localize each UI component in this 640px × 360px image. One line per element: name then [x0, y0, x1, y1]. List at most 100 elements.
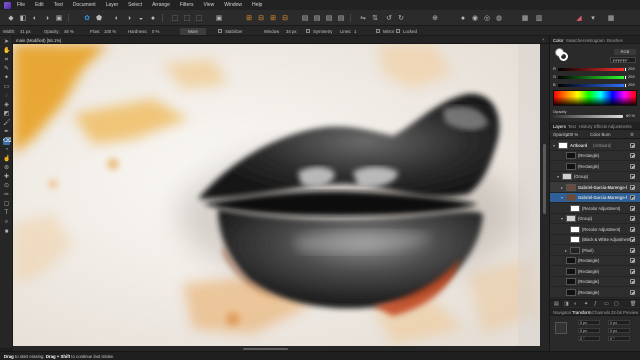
tab-swatches[interactable]: Swatches: [566, 38, 585, 43]
menu-view[interactable]: View: [204, 2, 215, 8]
add-pixel-layer-icon[interactable]: ▢: [614, 301, 619, 307]
tab-layers[interactable]: Layers: [553, 124, 566, 129]
layer-visibility-checkbox[interactable]: [630, 289, 635, 295]
layer-opacity-value[interactable]: 100 %: [566, 132, 578, 137]
rotate-left-icon[interactable]: ↺: [384, 13, 394, 23]
layer-visibility-checkbox[interactable]: [630, 268, 635, 274]
color-spectrum[interactable]: [553, 90, 637, 106]
red-knob[interactable]: [624, 67, 627, 72]
text-tool-icon[interactable]: T: [3, 210, 10, 217]
assistant-options-icon[interactable]: ▥: [534, 13, 544, 23]
layer-row[interactable]: (Rectangle): [550, 255, 640, 266]
transform-rotation-input[interactable]: 0 °: [578, 336, 600, 341]
menu-select[interactable]: Select: [128, 2, 142, 8]
red-track[interactable]: [558, 68, 625, 71]
tab-32bit-preview[interactable]: 32-bit Preview: [611, 310, 638, 315]
flow-value[interactable]: 100 %: [104, 29, 116, 34]
menu-document[interactable]: Document: [73, 2, 96, 8]
zoom-tool-icon[interactable]: ⌕: [3, 219, 10, 226]
inpainting-brush-icon[interactable]: ✚: [3, 174, 10, 181]
boolean-xor-icon[interactable]: ◍: [494, 13, 504, 23]
layer-settings-icon[interactable]: ⚙: [630, 132, 634, 138]
blue-value[interactable]: 255: [628, 82, 635, 87]
persona-export-icon[interactable]: ▣: [54, 13, 64, 23]
persona-develop-icon[interactable]: ◐: [30, 13, 40, 23]
layer-visibility-checkbox[interactable]: [630, 279, 635, 284]
layer-visibility-checkbox[interactable]: [630, 237, 635, 242]
stabilizer-checkbox[interactable]: [218, 29, 222, 33]
auto-white-balance-icon[interactable]: ●: [148, 13, 158, 23]
layer-row[interactable]: (Recolor Adjustment): [550, 224, 640, 235]
boolean-intersect-icon[interactable]: ◎: [482, 13, 492, 23]
menu-layer[interactable]: Layer: [106, 2, 119, 8]
color-picker-icon[interactable]: ✒: [3, 129, 10, 136]
transform-y-input[interactable]: 0 px: [608, 320, 630, 325]
layer-visibility-checkbox[interactable]: [630, 205, 635, 211]
document-tab[interactable]: main (Modified) [56.1%] ×: [13, 36, 549, 44]
layer-row[interactable]: (Rectangle): [550, 150, 640, 161]
view-tool-icon[interactable]: ✋: [3, 48, 10, 55]
mask-layer-icon[interactable]: ◨: [564, 301, 569, 307]
arrange-back-icon[interactable]: ▤: [300, 13, 310, 23]
green-track[interactable]: [558, 76, 625, 79]
flip-horizontal-icon[interactable]: ⇋: [358, 13, 368, 23]
smudge-brush-icon[interactable]: ☝: [3, 156, 10, 163]
canvas[interactable]: [13, 44, 540, 346]
persona-liquify-icon[interactable]: ◧: [18, 13, 28, 23]
move-tool-icon[interactable]: ➤: [3, 39, 10, 46]
adjustment-icon[interactable]: ◐: [574, 301, 577, 307]
pen-tool-icon[interactable]: ✑: [3, 192, 10, 199]
locked-checkbox[interactable]: [396, 29, 400, 33]
menu-help[interactable]: Help: [252, 2, 262, 8]
color-mode-select[interactable]: RGB: [614, 49, 636, 55]
pentagon-icon[interactable]: ⬟: [94, 13, 104, 23]
selection-all-icon[interactable]: ⬚: [170, 13, 180, 23]
marquee-tool-icon[interactable]: ▭: [3, 84, 10, 91]
flip-vertical-icon[interactable]: ⇅: [370, 13, 380, 23]
transform-x-input[interactable]: 0 px: [578, 320, 600, 325]
view-options-icon[interactable]: ▾: [588, 13, 598, 23]
window-value[interactable]: 34 px: [286, 29, 297, 34]
layer-visibility-checkbox[interactable]: [630, 195, 635, 200]
persona-photo-icon[interactable]: ◆: [6, 13, 16, 23]
layer-row[interactable]: (Black & White Adjustment): [550, 234, 640, 245]
red-slider[interactable]: R 255: [553, 66, 638, 72]
layer-visibility-checkbox[interactable]: [630, 142, 635, 148]
symmetry-checkbox[interactable]: [306, 29, 310, 33]
gradient-tool-icon[interactable]: ◩: [3, 111, 10, 118]
green-value[interactable]: 255: [628, 74, 635, 79]
layer-visibility-checkbox[interactable]: [630, 184, 635, 190]
layer-row[interactable]: ▾ Artboard (Artboard): [550, 140, 640, 151]
tab-adjustments[interactable]: Adjustments: [608, 124, 632, 129]
snapping-icon[interactable]: ⊕: [430, 13, 440, 23]
app-logo-icon[interactable]: [4, 1, 11, 9]
selection-deselect-icon[interactable]: ⬚: [182, 13, 192, 23]
persona-tonemap-icon[interactable]: ◑: [42, 13, 52, 23]
layer-row[interactable]: (Recolor Adjustment): [550, 203, 640, 214]
menu-window[interactable]: Window: [224, 2, 242, 8]
shape-tool-icon[interactable]: ▢: [3, 201, 10, 208]
blue-slider[interactable]: B 255: [553, 82, 638, 88]
hex-color-input[interactable]: FFFFFF: [610, 57, 636, 63]
dodge-brush-icon[interactable]: ◔: [3, 147, 10, 154]
layer-expand-icon[interactable]: ▸: [561, 185, 563, 190]
layer-expand-icon[interactable]: ▾: [561, 195, 563, 200]
selection-brush-icon[interactable]: ✎: [3, 66, 10, 73]
layer-expand-icon[interactable]: ▾: [557, 174, 559, 179]
layer-expand-icon[interactable]: ▾: [553, 143, 555, 148]
quick-mask-icon[interactable]: ▣: [214, 13, 224, 23]
tab-effects[interactable]: Effects: [594, 124, 607, 129]
width-value[interactable]: 41 px: [20, 29, 31, 34]
color-opacity-slider[interactable]: [553, 115, 623, 118]
vertical-scrollbar[interactable]: [540, 44, 549, 346]
auto-levels-icon[interactable]: ◐: [112, 13, 122, 23]
menu-arrange[interactable]: Arrange: [152, 2, 170, 8]
auto-color-icon[interactable]: ◒: [136, 13, 146, 23]
view-mode-icon[interactable]: ◢: [574, 13, 584, 23]
layer-row[interactable]: ▾ (Group): [550, 213, 640, 224]
layer-row[interactable]: (Rectangle): [550, 287, 640, 298]
layer-options-icon[interactable]: ▤: [554, 301, 559, 307]
tab-text[interactable]: Text: [568, 124, 576, 129]
vertical-scroll-thumb[interactable]: [543, 144, 546, 214]
layer-visibility-checkbox[interactable]: [630, 163, 635, 169]
